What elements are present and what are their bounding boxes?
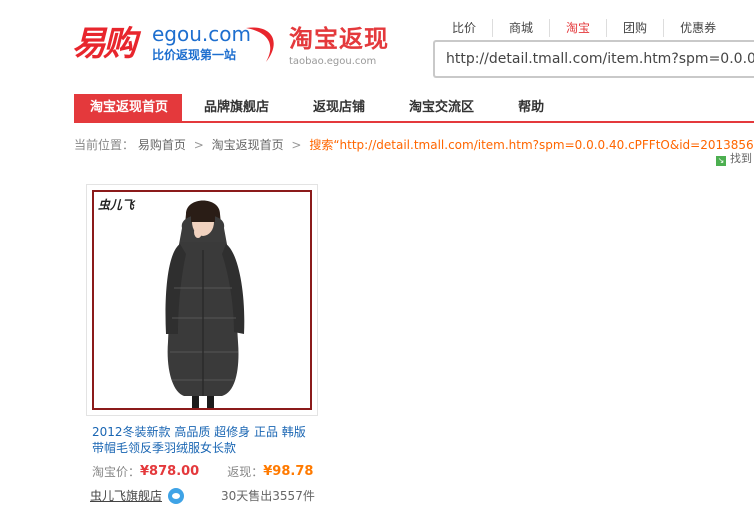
topnav-item-groupbuy[interactable]: 团购	[606, 19, 663, 37]
breadcrumb-item-taobao-home[interactable]: 淘宝返现首页	[212, 138, 284, 152]
taobao-price-label: 淘宝价：	[92, 465, 141, 479]
breadcrumb-search-query: 搜索“http://detail.tmall.com/item.htm?spm=…	[309, 138, 754, 152]
logo-slogan: 比价返现第一站	[152, 48, 237, 62]
price-row: 淘宝价： ¥878.00 返现： ¥98.78	[86, 464, 318, 480]
cashback-amount: ¥98.78	[263, 464, 314, 479]
wangwang-chat-icon[interactable]	[168, 488, 185, 504]
topnav-item-coupons[interactable]: 优惠券	[663, 19, 732, 37]
main-nav: 淘宝返现首页 品牌旗舰店 返现店铺 淘宝交流区 帮助	[74, 94, 754, 123]
product-image-link[interactable]: 虫儿飞	[86, 184, 318, 416]
product-title-link[interactable]: 2012冬装新款 高品质 超修身 正品 韩版带帽毛领反季羽绒服女长款	[86, 424, 310, 456]
logo-cn-text: 易购	[72, 24, 137, 64]
topnav-item-mall[interactable]: 商城	[492, 19, 549, 37]
site-title: 淘宝返现	[289, 25, 389, 53]
taobao-price: ¥878.00	[140, 464, 200, 479]
product-image: 虫儿飞	[92, 190, 312, 410]
search-box	[433, 40, 754, 78]
logo-en-text: egou.com	[152, 22, 251, 46]
mainnav-item-forum[interactable]: 淘宝交流区	[387, 94, 496, 121]
site-branding: 淘宝返现 taobao.egou.com	[289, 24, 429, 68]
topnav-item-compare[interactable]: 比价	[440, 19, 492, 37]
coat-model-image	[94, 192, 310, 408]
found-arrow-icon: ↘	[716, 156, 726, 166]
site-domain: taobao.egou.com	[289, 56, 377, 67]
shop-row: 虫儿飞旗舰店 30天售出3557件	[86, 488, 318, 504]
breadcrumb-prefix: 当前位置：	[74, 138, 135, 152]
mainnav-item-help[interactable]: 帮助	[496, 94, 566, 121]
product-card: 虫儿飞 2012冬装新款 高品质 超修身 正品 韩版带帽毛领反季羽绒服女长款 淘…	[86, 184, 318, 504]
top-nav: 比价 商城 淘宝 团购 优惠券	[440, 19, 732, 37]
breadcrumb: 当前位置： 易购首页 > 淘宝返现首页 > 搜索“http://detail.t…	[74, 137, 754, 153]
breadcrumb-item-egou-home[interactable]: 易购首页	[138, 138, 186, 152]
search-input[interactable]	[435, 42, 754, 76]
breadcrumb-separator: >	[291, 138, 302, 152]
found-label: 找到	[730, 152, 752, 165]
egou-logo[interactable]: 易购 egou.com 比价返现第一站	[72, 20, 282, 72]
shop-link[interactable]: 虫儿飞旗舰店	[90, 488, 162, 504]
brand-mark: 虫儿飞	[98, 198, 135, 212]
sales-count: 30天售出3557件	[221, 489, 315, 503]
logo-swoosh-icon	[246, 27, 274, 62]
breadcrumb-separator: >	[193, 138, 204, 152]
cashback-label: 返现：	[227, 465, 264, 479]
mainnav-item-cashback-shops[interactable]: 返现店铺	[291, 94, 387, 121]
mainnav-item-brand-stores[interactable]: 品牌旗舰店	[182, 94, 291, 121]
mainnav-item-home[interactable]: 淘宝返现首页	[74, 94, 183, 121]
results-found: ↘ 找到	[716, 152, 752, 166]
topnav-item-taobao[interactable]: 淘宝	[549, 19, 606, 37]
